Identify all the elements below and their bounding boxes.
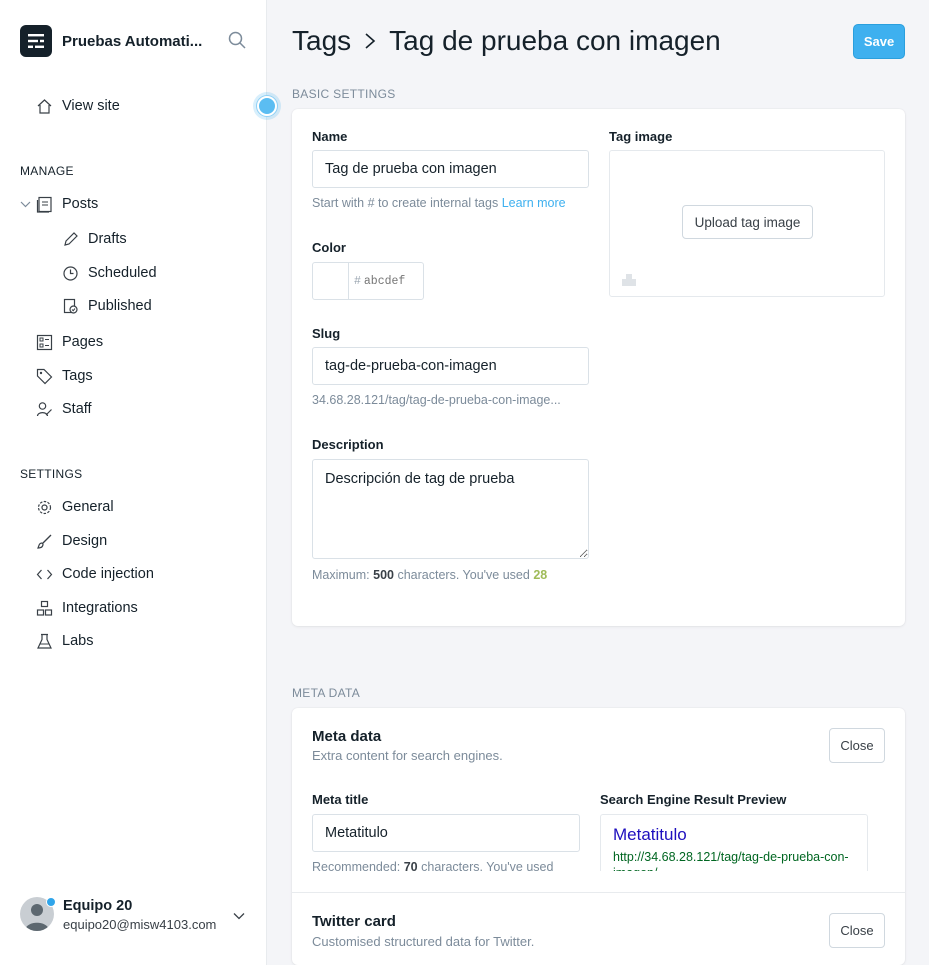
tag-image-dropzone[interactable]: Upload tag image: [609, 150, 885, 297]
sidebar-item-staff[interactable]: Staff: [35, 397, 92, 421]
learn-more-link[interactable]: Learn more: [502, 196, 566, 210]
slug-input[interactable]: [312, 347, 589, 385]
pencil-icon: [61, 230, 79, 248]
integrations-icon: [35, 599, 53, 617]
basic-settings-card: Name Start with # to create internal tag…: [292, 109, 905, 626]
color-swatch[interactable]: [313, 263, 349, 299]
sidebar-item-label: Published: [88, 298, 152, 314]
name-input[interactable]: [312, 150, 589, 188]
chevron-right-icon: [363, 32, 377, 50]
sidebar-item-label: Pages: [62, 334, 104, 350]
sidebar-item-scheduled[interactable]: Scheduled: [61, 261, 157, 285]
sidebar-item-posts[interactable]: Posts: [20, 192, 98, 216]
staff-icon: [35, 400, 53, 418]
sidebar-item-code-injection[interactable]: Code injection: [35, 562, 154, 586]
settings-heading: SETTINGS: [20, 467, 83, 481]
basic-settings-heading: BASIC SETTINGS: [292, 87, 396, 101]
breadcrumb: Tags Tag de prueba con imagen: [292, 25, 721, 57]
breadcrumb-parent[interactable]: Tags: [292, 25, 351, 57]
sidebar-item-drafts[interactable]: Drafts: [61, 227, 127, 251]
user-email: equipo20@misw4103.com: [63, 917, 217, 932]
meta-title-input[interactable]: [312, 814, 580, 852]
user-name: Equipo 20: [63, 898, 133, 914]
sidebar-item-label: Staff: [62, 401, 92, 417]
sidebar-item-design[interactable]: Design: [35, 529, 107, 553]
sidebar-item-general[interactable]: General: [35, 495, 114, 519]
sidebar-item-view-site[interactable]: View site: [35, 94, 120, 118]
clock-icon: [61, 264, 79, 282]
color-label: Color: [312, 240, 346, 255]
sidebar-item-label: Scheduled: [88, 265, 157, 281]
twitter-card-title: Twitter card: [312, 913, 396, 930]
chevron-down-icon[interactable]: [20, 199, 32, 210]
sidebar-item-published[interactable]: Published: [61, 294, 152, 318]
name-hint: Start with # to create internal tags Lea…: [312, 196, 566, 210]
brand[interactable]: Pruebas Automati...: [20, 25, 212, 57]
tag-icon: [35, 367, 53, 385]
twitter-close-button[interactable]: Close: [829, 913, 885, 948]
search-icon[interactable]: [228, 31, 248, 51]
pages-icon: [35, 333, 53, 351]
meta-data-heading: META DATA: [292, 686, 361, 700]
sidebar-item-label: Code injection: [62, 566, 154, 582]
site-title: Pruebas Automati...: [62, 32, 203, 50]
user-menu[interactable]: Equipo 20 equipo20@misw4103.com: [20, 897, 216, 933]
description-hint: Maximum: 500 characters. You've used 28: [312, 568, 548, 582]
color-input[interactable]: [363, 274, 419, 288]
description-label: Description: [312, 437, 384, 452]
image-icon: [622, 273, 636, 289]
slug-url: 34.68.28.121/tag/tag-de-prueba-con-image…: [312, 393, 561, 407]
site-logo-icon: [20, 25, 52, 57]
sidebar-item-label: Posts: [62, 196, 99, 212]
posts-icon: [35, 195, 53, 213]
sidebar-item-pages[interactable]: Pages: [35, 330, 103, 354]
sidebar: Pruebas Automati... View site MANAGE Pos…: [0, 0, 281, 965]
save-button[interactable]: Save: [853, 24, 905, 59]
description-textarea[interactable]: Descripción de tag de prueba: [312, 459, 589, 559]
sidebar-item-label: General: [62, 499, 114, 515]
brush-icon: [35, 532, 53, 550]
page-title: Tag de prueba con imagen: [389, 25, 721, 56]
color-field[interactable]: #: [312, 262, 424, 300]
serp-title: Metatitulo: [613, 825, 687, 844]
meta-title-label: Meta title: [312, 792, 369, 807]
sidebar-item-label: Tags: [62, 368, 93, 384]
upload-tag-image-button[interactable]: Upload tag image: [682, 205, 813, 239]
sidebar-item-label: Integrations: [62, 600, 138, 616]
chevron-down-icon[interactable]: [232, 909, 246, 926]
main-content: Tags Tag de prueba con imagen Save BASIC…: [267, 0, 929, 965]
gear-icon: [35, 498, 53, 516]
status-dot: [46, 897, 56, 907]
sidebar-item-label: Design: [62, 533, 108, 549]
twitter-card-subtitle: Customised structured data for Twitter.: [312, 934, 535, 949]
home-icon: [35, 97, 53, 115]
serp-preview-label: Search Engine Result Preview: [600, 792, 787, 807]
meta-title-hint: Recommended: 70 characters. You've used: [312, 860, 554, 871]
manage-heading: MANAGE: [20, 164, 74, 178]
tag-image-label: Tag image: [609, 129, 673, 144]
serp-url: http://34.68.28.121/tag/tag-de-prueba-co…: [613, 850, 849, 871]
slug-label: Slug: [312, 326, 341, 341]
meta-fields: Meta title Recommended: 70 characters. Y…: [292, 708, 905, 871]
sidebar-item-labs[interactable]: Labs: [35, 629, 93, 653]
sidebar-item-label: Drafts: [88, 231, 127, 247]
serp-preview: Metatitulo http://34.68.28.121/tag/tag-d…: [600, 814, 868, 871]
sidebar-item-label: Labs: [62, 633, 94, 649]
flask-icon: [35, 632, 53, 650]
sidebar-item-label: View site: [62, 98, 120, 114]
sidebar-item-integrations[interactable]: Integrations: [35, 596, 138, 620]
code-icon: [35, 565, 53, 583]
color-hash: #: [354, 274, 361, 288]
name-label: Name: [312, 129, 348, 144]
sidebar-item-tags[interactable]: Tags: [35, 364, 93, 388]
divider: [292, 892, 905, 893]
meta-data-card: Meta data Extra content for search engin…: [292, 708, 905, 965]
published-icon: [61, 297, 79, 315]
